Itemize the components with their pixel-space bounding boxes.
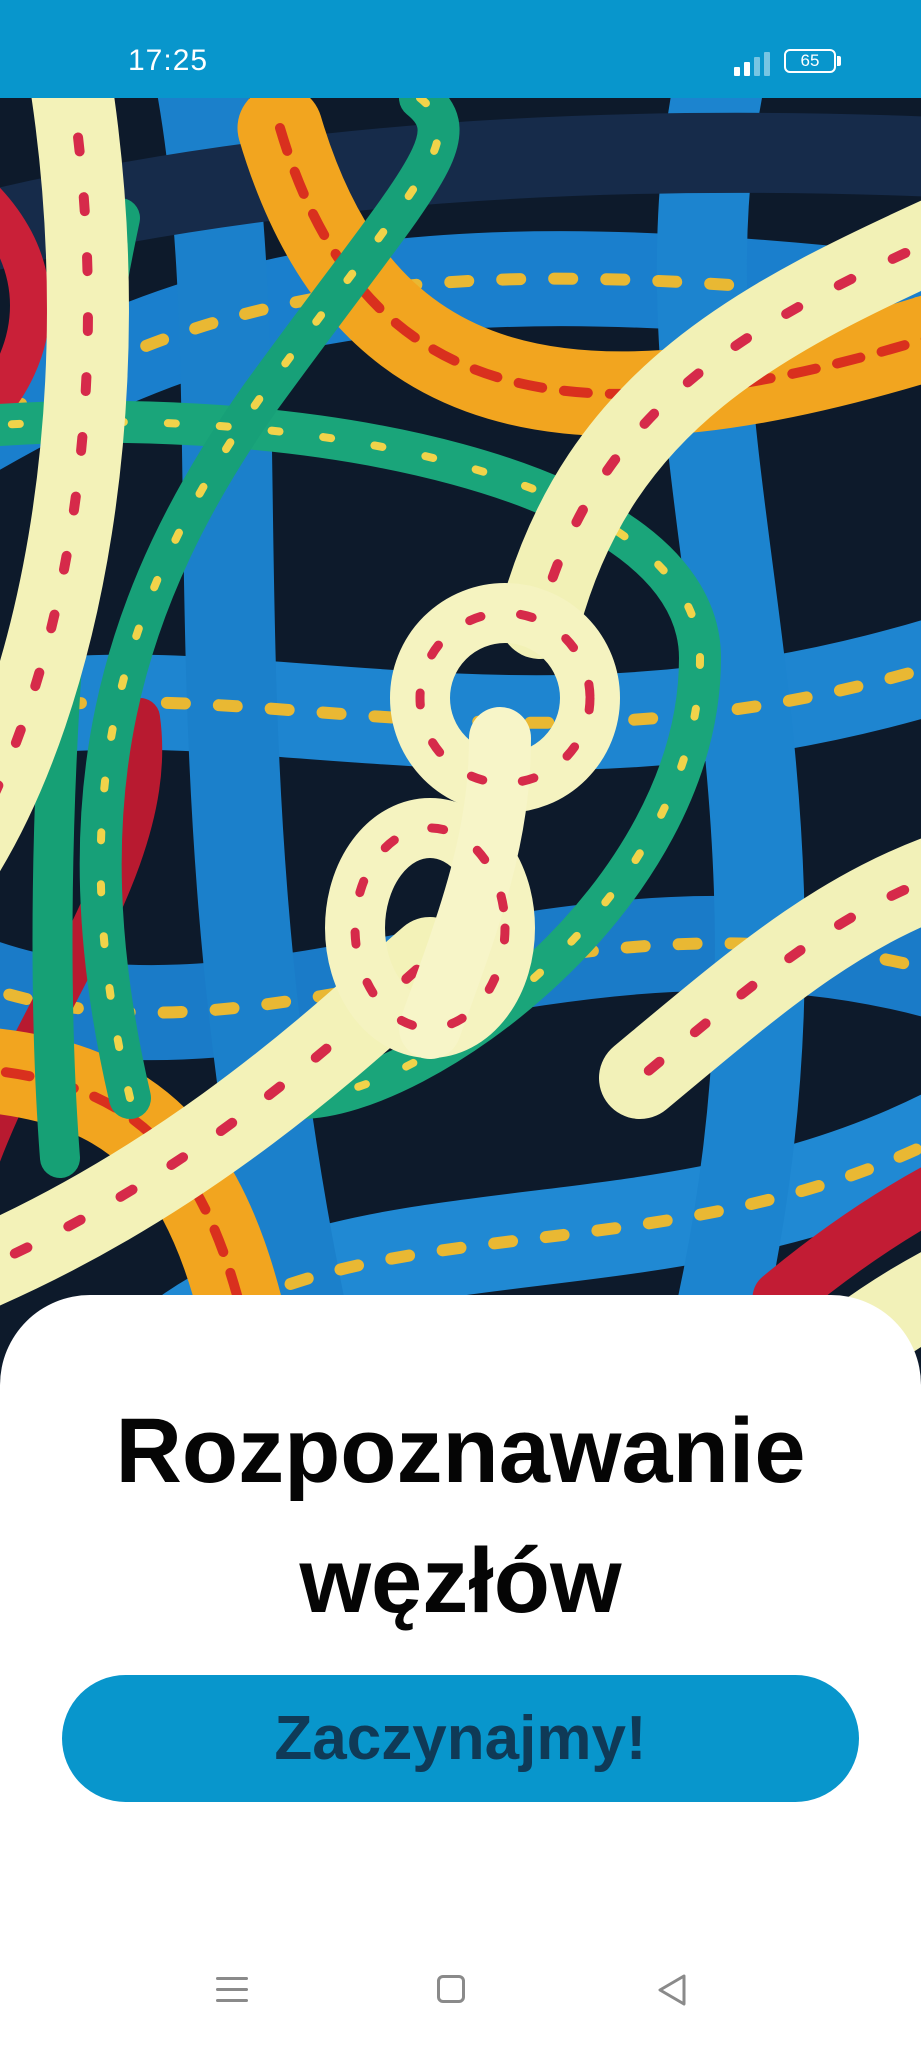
ropes-illustration [0,98,921,1398]
status-time: 17:25 [128,44,209,77]
title-line-2: węzłów [299,1530,622,1632]
page-title: Rozpoznawanie węzłów [0,1386,921,1646]
signal-icon [734,50,772,76]
navigation-bar [0,1940,921,2048]
battery-level: 65 [800,51,820,70]
battery-tip [837,56,841,66]
home-icon[interactable] [437,1975,465,2003]
back-icon[interactable] [656,1973,688,2007]
start-button[interactable]: Zaczynajmy! [62,1675,859,1802]
title-line-1: Rozpoznawanie [115,1400,806,1502]
status-bar: 17:25 65 [0,0,921,98]
battery-icon: 65 [784,49,836,73]
hero-image [0,98,921,1398]
menu-icon[interactable] [216,1975,248,2005]
